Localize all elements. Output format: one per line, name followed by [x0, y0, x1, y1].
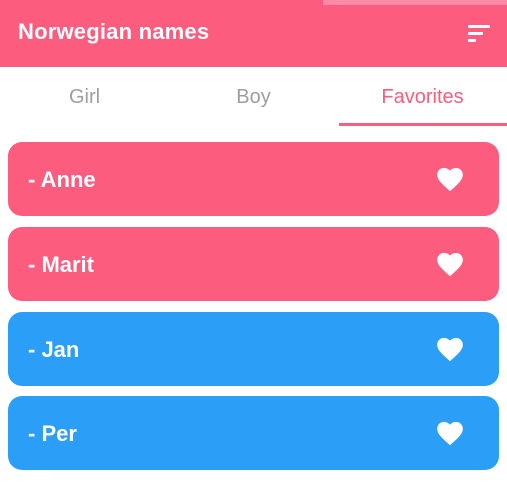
app-title: Norwegian names	[18, 19, 210, 44]
favorite-card[interactable]: - Anne	[8, 142, 499, 216]
heart-icon[interactable]	[436, 420, 464, 446]
status-bar-accent	[323, 0, 507, 5]
name-label: - Jan	[28, 337, 80, 362]
sort-button[interactable]	[466, 22, 494, 46]
tab-boy[interactable]: Boy	[169, 67, 338, 127]
app-bar: Norwegian names	[0, 0, 507, 67]
tab-bar: Girl Boy Favorites	[0, 67, 507, 127]
heart-icon[interactable]	[436, 251, 464, 277]
favorite-card[interactable]: - Marit	[8, 227, 499, 301]
tab-favorites[interactable]: Favorites	[338, 67, 507, 127]
favorite-card[interactable]: - Jan	[8, 312, 499, 386]
sort-icon	[468, 25, 490, 42]
heart-icon[interactable]	[436, 336, 464, 362]
favorite-card[interactable]: - Per	[8, 396, 499, 470]
name-label: - Per	[28, 421, 77, 446]
app-screen: Norwegian names Girl Boy Favorites - Ann…	[0, 0, 507, 502]
name-label: - Anne	[28, 167, 96, 192]
heart-icon[interactable]	[436, 166, 464, 192]
tab-girl[interactable]: Girl	[0, 67, 169, 127]
name-label: - Marit	[28, 252, 94, 277]
active-tab-indicator	[339, 123, 507, 126]
